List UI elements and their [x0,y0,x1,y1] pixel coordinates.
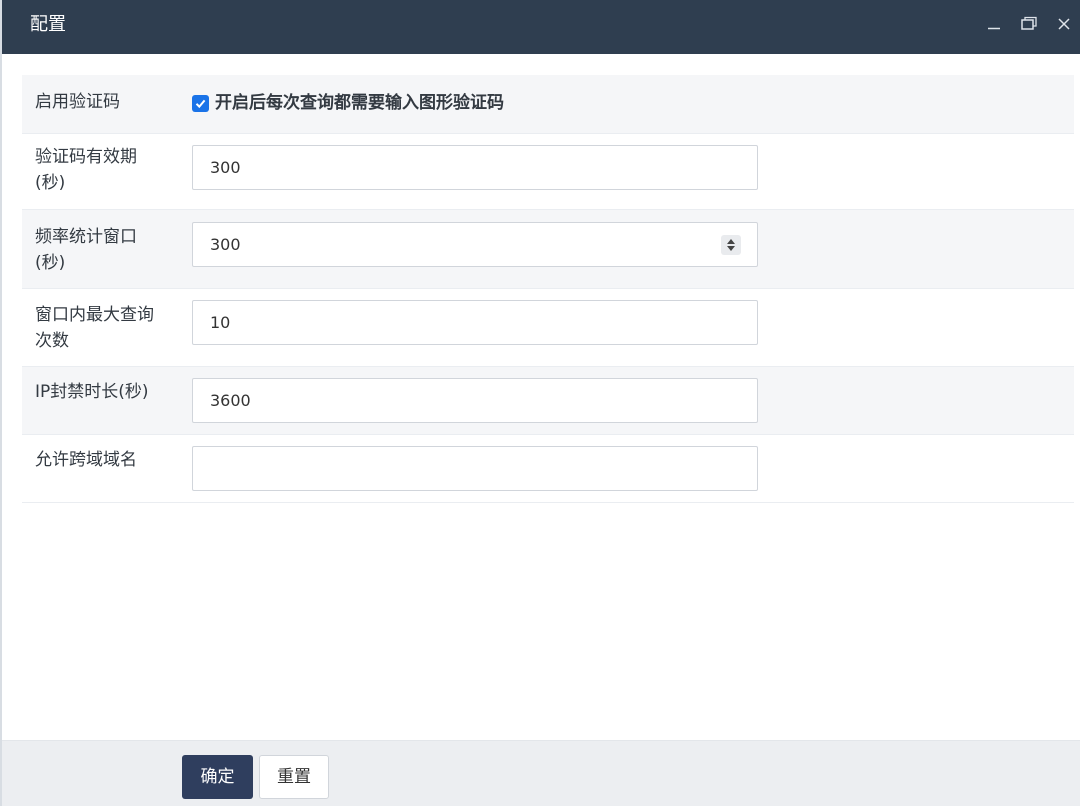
rate-window-label: 频率统计窗口 (秒) [35,227,137,273]
rate-window-value: 300 [210,235,241,254]
captcha-ttl-input[interactable]: 300 [192,145,758,190]
confirm-button[interactable]: 确定 [182,755,253,799]
row-cors-domains: 允许跨域域名 [22,435,1074,503]
row-captcha-ttl: 验证码有效期 (秒) 300 [22,134,1074,210]
cors-domains-input[interactable] [192,446,758,491]
row-max-queries: 窗口内最大查询 次数 10 [22,289,1074,367]
reset-button[interactable]: 重置 [259,755,329,799]
ip-ban-label: IP封禁时长(秒) [35,382,149,402]
row-rate-window: 频率统计窗口 (秒) 300 [22,210,1074,289]
spin-arrows-icon[interactable] [721,235,741,255]
config-form: 启用验证码 开启后每次查询都需要输入图形验证码 验证码有效期 (秒) 300 频… [22,75,1074,503]
ip-ban-input[interactable]: 3600 [192,378,758,423]
captcha-enable-description: 开启后每次查询都需要输入图形验证码 [215,93,504,113]
row-ip-ban: IP封禁时长(秒) 3600 [22,367,1074,435]
cors-domains-label: 允许跨域域名 [35,450,137,470]
max-queries-label: 窗口内最大查询 次数 [35,305,154,351]
maximize-icon[interactable] [1018,13,1040,35]
captcha-enable-checkbox[interactable] [192,94,209,112]
max-queries-input[interactable]: 10 [192,300,758,345]
captcha-ttl-label: 验证码有效期 (秒) [35,147,137,193]
close-icon[interactable] [1053,13,1075,35]
checkmark-icon [195,99,206,108]
rate-window-input[interactable]: 300 [192,222,758,267]
config-dialog: 配置 启用验证码 开启后每次查询都需要输入图形验证码 验证码有效期 (秒) 30… [2,0,1080,806]
captcha-enable-control: 开启后每次查询都需要输入图形验证码 [192,91,504,115]
dialog-title: 配置 [30,14,66,35]
minimize-icon[interactable] [983,13,1005,35]
dialog-titlebar: 配置 [2,0,1080,54]
captcha-enable-label: 启用验证码 [35,92,120,112]
dialog-footer: 确定 重置 [2,740,1080,806]
row-captcha-enable: 启用验证码 开启后每次查询都需要输入图形验证码 [22,75,1074,134]
